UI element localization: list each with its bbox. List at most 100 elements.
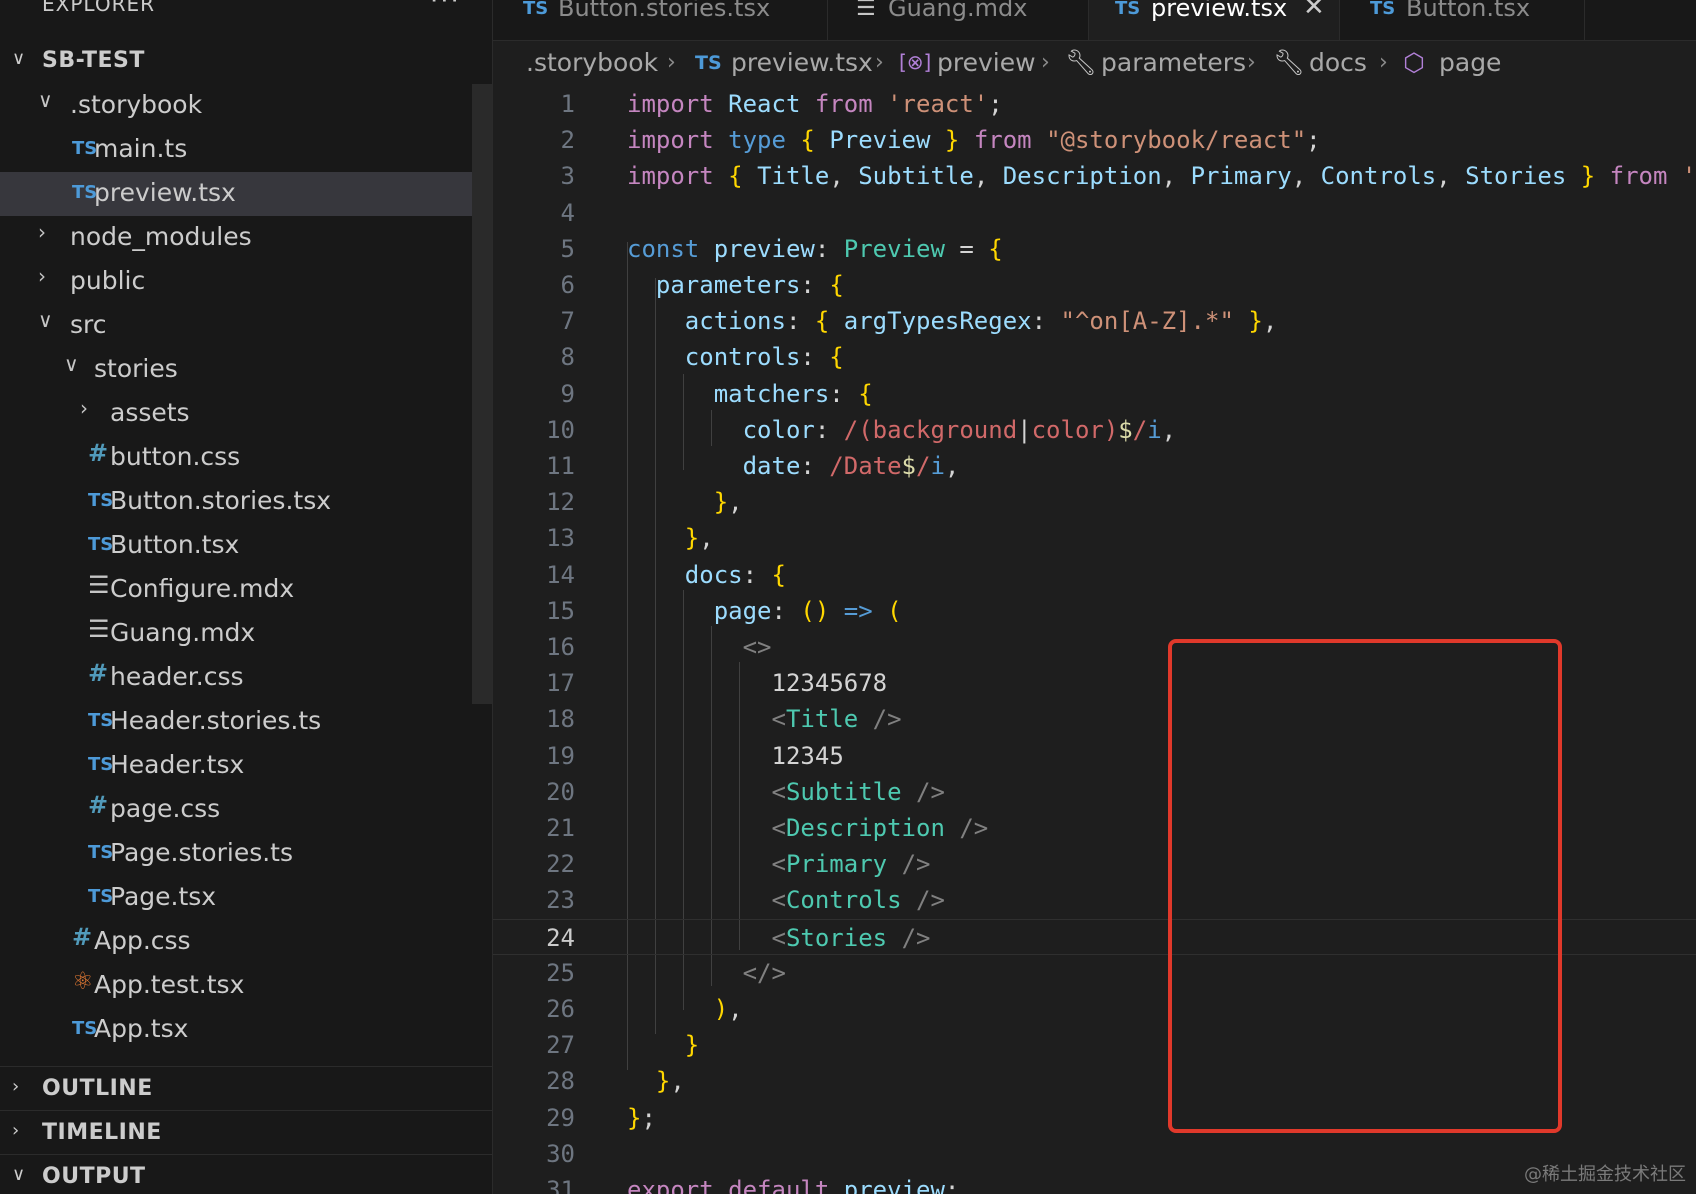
line-number: 13 (546, 524, 575, 553)
tree-item-app-tsx[interactable]: TS App.tsx (0, 1008, 492, 1052)
code-text: </> (742, 958, 786, 987)
breadcrumb-item-page[interactable]: page (1439, 48, 1501, 77)
tab-guang-mdx[interactable]: ☰ Guang.mdx (828, 0, 1089, 40)
markdown-file-icon: ☰ (88, 615, 110, 643)
section-divider (0, 1110, 492, 1111)
breadcrumb-item-preview[interactable]: preview (937, 48, 1036, 77)
tab-preview-tsx[interactable]: TS preview.tsx ✕ (1089, 0, 1340, 40)
code-line[interactable]: 6 parameters: { (493, 267, 1696, 303)
line-number: 23 (546, 886, 575, 915)
wrench-icon: 🔧︎ (1273, 48, 1305, 77)
tree-item-guang-mdx[interactable]: ☰ Guang.mdx (0, 612, 492, 656)
tab-button-tsx[interactable]: TS Button.tsx (1340, 0, 1585, 40)
line-number: 12 (546, 488, 575, 517)
tree-item-public[interactable]: › public (0, 260, 492, 304)
markdown-file-icon: ☰ (88, 571, 110, 599)
line-number: 15 (546, 596, 575, 625)
code-text: import { Title, Subtitle, Description, P… (627, 162, 1696, 191)
line-number: 28 (546, 1067, 575, 1096)
outline-label: OUTLINE (42, 1076, 153, 1101)
line-number: 20 (546, 777, 575, 806)
code-line[interactable]: 15 page: () => ( (493, 593, 1696, 629)
tree-item-page-tsx[interactable]: TS Page.tsx (0, 876, 492, 920)
breadcrumb-item-file[interactable]: preview.tsx (731, 48, 873, 77)
section-divider (0, 1154, 492, 1155)
tree-item-label: Button.stories.tsx (110, 486, 332, 515)
explorer-header: EXPLORER ··· (0, 0, 492, 22)
tab-button-stories[interactable]: TS Button.stories.tsx (493, 0, 828, 40)
code-text: color: /(background|color)$/i, (742, 415, 1177, 444)
tree-item-button-css[interactable]: # button.css (0, 436, 492, 480)
cube-icon: ⬡ (1403, 48, 1425, 77)
code-line[interactable]: 12 }, (493, 484, 1696, 520)
chevron-down-icon: ∨ (12, 48, 26, 69)
code-line[interactable]: 9 matchers: { (493, 376, 1696, 412)
timeline-section-header[interactable]: › TIMELINE (0, 1112, 492, 1156)
code-line[interactable]: 1 import React from 'react'; (493, 86, 1696, 122)
tree-item-header-tsx[interactable]: TS Header.tsx (0, 744, 492, 788)
line-number: 4 (560, 198, 575, 227)
code-line[interactable]: 13 }, (493, 520, 1696, 556)
code-line[interactable]: 7 actions: { argTypesRegex: "^on[A-Z].*"… (493, 303, 1696, 339)
chevron-down-icon: ∨ (12, 1164, 26, 1185)
tree-item-storybook[interactable]: ∨ .storybook (0, 84, 492, 128)
tree-item-label: button.css (110, 442, 241, 471)
code-line[interactable]: 3 import { Title, Subtitle, Description, … (493, 158, 1696, 194)
project-folder-header[interactable]: ∨ SB-TEST (0, 40, 492, 84)
breadcrumb-item-parameters[interactable]: parameters (1101, 48, 1246, 77)
code-text: docs: { (684, 560, 786, 589)
code-line[interactable]: 11 date: /Date$/i, (493, 448, 1696, 484)
project-name: SB-TEST (42, 48, 145, 73)
breadcrumb-item-storybook[interactable]: .storybook (526, 48, 658, 77)
tree-item-page-stories-ts[interactable]: TS Page.stories.ts (0, 832, 492, 876)
code-text: <Title /> (771, 705, 902, 734)
tree-item-label: Button.tsx (110, 530, 240, 559)
tree-item-app-css[interactable]: # App.css (0, 920, 492, 964)
code-line[interactable]: 30 (493, 1136, 1696, 1172)
sidebar-scrollbar[interactable] (472, 84, 492, 704)
tree-item-assets[interactable]: › assets (0, 392, 492, 436)
chevron-right-icon: › (667, 50, 676, 75)
code-text: }; (627, 1103, 656, 1132)
tree-item-header-css[interactable]: # header.css (0, 656, 492, 700)
code-line[interactable]: 14 docs: { (493, 557, 1696, 593)
code-line[interactable]: 10 color: /(background|color)$/i, (493, 412, 1696, 448)
close-icon[interactable]: ✕ (1303, 0, 1325, 22)
tree-item-node-modules[interactable]: › node_modules (0, 216, 492, 260)
line-number: 17 (546, 669, 575, 698)
code-text: }, (713, 488, 743, 517)
tree-item-app-test-tsx[interactable]: ⚛ App.test.tsx (0, 964, 492, 1008)
tree-item-preview-tsx[interactable]: TS preview.tsx (0, 172, 492, 216)
tree-item-button-stories-tsx[interactable]: TS Button.stories.tsx (0, 480, 492, 524)
tree-item-button-tsx[interactable]: TS Button.tsx (0, 524, 492, 568)
code-line[interactable]: 4 (493, 195, 1696, 231)
code-line[interactable]: 5 const preview: Preview = { (493, 231, 1696, 267)
tree-item-label: App.css (94, 926, 191, 955)
tree-item-header-stories-ts[interactable]: TS Header.stories.ts (0, 700, 492, 744)
code-line[interactable]: 8 controls: { (493, 339, 1696, 375)
chevron-right-icon: › (12, 1076, 20, 1097)
tree-item-stories[interactable]: ∨ stories (0, 348, 492, 392)
line-number: 29 (546, 1103, 575, 1132)
code-editor[interactable]: 1 import React from 'react'; 2 import type … (493, 86, 1696, 1194)
line-number: 18 (546, 705, 575, 734)
explorer-sidebar: EXPLORER ··· ∨ SB-TEST ∨ .storybook TS main… (0, 0, 493, 1194)
code-text: }, (655, 1067, 685, 1096)
tree-item-main-ts[interactable]: TS main.ts (0, 128, 492, 172)
tree-item-src[interactable]: ∨ src (0, 304, 492, 348)
code-line[interactable]: 31 export default preview; (493, 1172, 1696, 1194)
outline-section-header[interactable]: › OUTLINE (0, 1068, 492, 1112)
tree-item-label: Page.tsx (110, 882, 217, 911)
more-actions-icon[interactable]: ··· (430, 0, 461, 16)
tree-item-configure-mdx[interactable]: ☰ Configure.mdx (0, 568, 492, 612)
output-section-header[interactable]: ∨ OUTPUT (0, 1156, 492, 1194)
breadcrumb: .storybook › TS preview.tsx › [⊗] previe… (493, 40, 1696, 86)
tree-item-label: main.ts (94, 134, 188, 163)
tree-item-page-css[interactable]: # page.css (0, 788, 492, 832)
line-number: 9 (560, 379, 575, 408)
line-number: 24 (546, 923, 575, 952)
code-line[interactable]: 2 import type { Preview } from "@storyboo… (493, 122, 1696, 158)
breadcrumb-item-docs[interactable]: docs (1309, 48, 1367, 77)
chevron-down-icon: ∨ (38, 308, 53, 332)
chevron-right-icon: › (875, 50, 884, 75)
